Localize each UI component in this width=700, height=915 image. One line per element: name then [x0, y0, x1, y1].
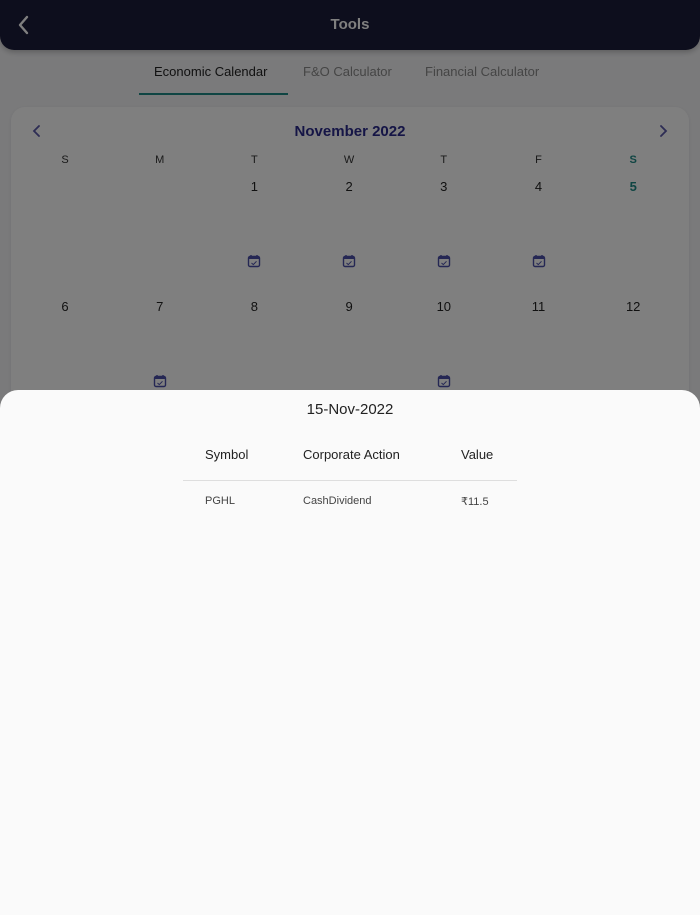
- cell-corporate-action: CashDividend: [303, 495, 372, 507]
- column-header-value: Value: [461, 447, 494, 462]
- table-divider: [183, 480, 517, 481]
- column-header-symbol: Symbol: [205, 447, 249, 462]
- bottom-sheet: 15-Nov-2022 Symbol Corporate Action Valu…: [0, 390, 700, 915]
- sheet-date: 15-Nov-2022: [306, 401, 394, 418]
- cell-value: ₹11.5: [461, 496, 489, 508]
- column-header-corporate-action: Corporate Action: [303, 447, 400, 462]
- cell-symbol: PGHL: [205, 495, 235, 507]
